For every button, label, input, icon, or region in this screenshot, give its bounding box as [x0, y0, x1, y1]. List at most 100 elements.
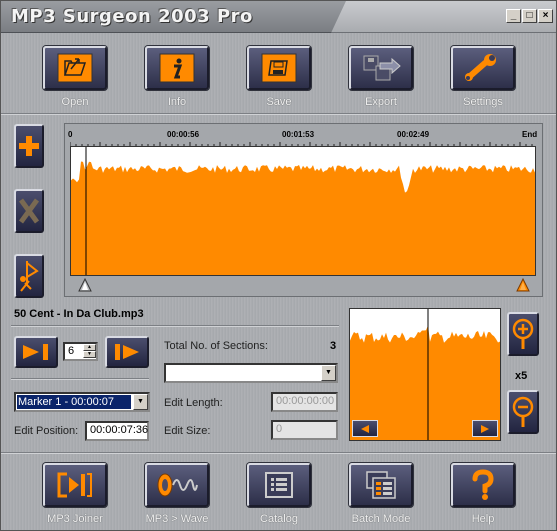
zoom-out-button[interactable]	[507, 390, 539, 434]
batch-mode-label: Batch Mode	[351, 513, 411, 525]
help-button[interactable]	[451, 463, 515, 507]
timeline: 0 00:00:56 00:01:53 00:02:49 End	[65, 124, 544, 146]
mp3-to-wave-tool[interactable]: MP3 > Wave	[145, 463, 209, 525]
speaker-wave-icon	[157, 473, 198, 497]
help-question-icon	[472, 469, 494, 500]
zoom-in-icon	[512, 318, 534, 349]
minimize-button[interactable]: _	[506, 9, 521, 23]
save-label: Save	[266, 96, 292, 108]
catalog-list-icon	[265, 472, 293, 498]
maximize-button[interactable]: □	[522, 9, 537, 23]
timeline-label: 00:00:56	[167, 130, 200, 139]
app-window: MP3 Surgeon 2003 Pro _ □ × Open Info Sav…	[0, 0, 557, 531]
zoom-in-button[interactable]	[507, 312, 539, 356]
save-tool[interactable]: Save	[247, 46, 311, 108]
export-button[interactable]	[349, 46, 413, 90]
marker-select-value: Marker 1 - 00:00:07	[18, 396, 114, 408]
section-select[interactable]: ▼	[164, 363, 338, 383]
edit-position-label: Edit Position:	[14, 425, 79, 437]
export-tool[interactable]: Export	[349, 46, 413, 108]
open-tool[interactable]: Open	[43, 46, 107, 108]
spin-down-button[interactable]: ▼	[83, 351, 96, 358]
window-title: MP3 Surgeon 2003 Pro	[11, 6, 253, 27]
settings-button[interactable]	[451, 46, 515, 90]
timeline-label: End	[522, 130, 538, 139]
spinner-value: 6	[68, 345, 75, 357]
edit-position-field[interactable]: 00:00:07:36	[85, 421, 149, 441]
edit-length-field[interactable]: 00:00:00:00	[271, 392, 338, 412]
waveform-panel: 0 00:00:56 00:01:53 00:02:49 End	[64, 123, 543, 297]
toolbar-separator	[1, 113, 556, 115]
total-sections-label: Total No. of Sections:	[164, 340, 268, 352]
edit-size-field[interactable]: 0	[271, 420, 338, 440]
marker-spinner[interactable]: 6 ▲ ▼	[63, 342, 98, 361]
batch-files-icon	[366, 471, 396, 499]
timeline-label: 00:01:53	[282, 130, 315, 139]
export-label: Export	[365, 96, 397, 108]
joiner-icon	[57, 472, 92, 498]
spin-up-button[interactable]: ▲	[83, 344, 96, 351]
settings-tool[interactable]: Settings	[451, 46, 515, 108]
info-button[interactable]	[145, 46, 209, 90]
batch-mode-button[interactable]	[349, 463, 413, 507]
mp3-joiner-button[interactable]	[43, 463, 107, 507]
goto-marker-button[interactable]	[14, 336, 58, 368]
start-marker-icon[interactable]	[78, 278, 92, 292]
total-sections-value: 3	[330, 340, 337, 352]
export-icon	[363, 55, 401, 81]
timeline-label: 00:02:49	[397, 130, 430, 139]
info-icon	[159, 53, 195, 83]
marker-select-dropdown-button[interactable]: ▼	[133, 394, 148, 410]
close-button[interactable]: ×	[538, 9, 553, 23]
arrow-right-icon	[481, 424, 489, 433]
scroll-left-button[interactable]	[352, 420, 378, 437]
file-separator	[11, 325, 339, 327]
section-select-dropdown-button[interactable]: ▼	[321, 365, 336, 381]
marker-row	[65, 276, 544, 296]
file-name: 50 Cent - In Da Club.mp3	[14, 308, 144, 320]
title-bar[interactable]: MP3 Surgeon 2003 Pro _ □ ×	[1, 1, 556, 33]
main-toolbar: Open Info Save Export Settings	[1, 34, 556, 114]
x-delete-icon	[18, 198, 40, 224]
settings-wrench-icon	[465, 54, 496, 81]
marker-separator	[11, 378, 149, 380]
mp3-joiner-label: MP3 Joiner	[47, 513, 103, 525]
open-button[interactable]	[43, 46, 107, 90]
zoom-preview[interactable]	[349, 308, 501, 441]
add-marker-button[interactable]	[14, 124, 44, 168]
zoom-factor: x5	[515, 370, 528, 382]
zoom-out-icon	[512, 396, 534, 427]
open-folder-icon	[57, 53, 93, 83]
mp3-to-wave-label: MP3 > Wave	[145, 513, 209, 525]
mp3-joiner-tool[interactable]: MP3 Joiner	[43, 463, 107, 525]
edit-size-label: Edit Size:	[164, 425, 211, 437]
bottom-separator	[1, 452, 556, 454]
marker-start-icon	[23, 344, 48, 360]
arrow-left-icon	[361, 424, 369, 433]
play-from-marker-button[interactable]	[105, 336, 149, 368]
end-marker-icon[interactable]	[516, 278, 530, 292]
settings-label: Settings	[463, 96, 503, 108]
catalog-button[interactable]	[247, 463, 311, 507]
delete-marker-button[interactable]	[14, 189, 44, 233]
timeline-label: 0	[68, 130, 73, 139]
catalog-tool[interactable]: Catalog	[247, 463, 311, 525]
info-tool[interactable]: Info	[145, 46, 209, 108]
plus-icon	[19, 136, 39, 156]
open-label: Open	[61, 96, 89, 108]
save-disk-icon	[261, 53, 297, 83]
marker-play-icon	[115, 344, 139, 360]
waveform-graphic	[71, 147, 535, 275]
catalog-label: Catalog	[260, 513, 298, 525]
window-controls: _ □ ×	[506, 9, 553, 23]
spinner-arrows: ▲ ▼	[83, 344, 96, 359]
marker-select[interactable]: Marker 1 - 00:00:07 ▼	[14, 392, 150, 412]
mp3-to-wave-button[interactable]	[145, 463, 209, 507]
waveform-view[interactable]	[70, 146, 536, 276]
save-button[interactable]	[247, 46, 311, 90]
info-label: Info	[167, 96, 187, 108]
play-marker-button[interactable]	[14, 254, 44, 298]
batch-mode-tool[interactable]: Batch Mode	[349, 463, 413, 525]
help-tool[interactable]: Help	[451, 463, 515, 525]
scroll-right-button[interactable]	[472, 420, 498, 437]
